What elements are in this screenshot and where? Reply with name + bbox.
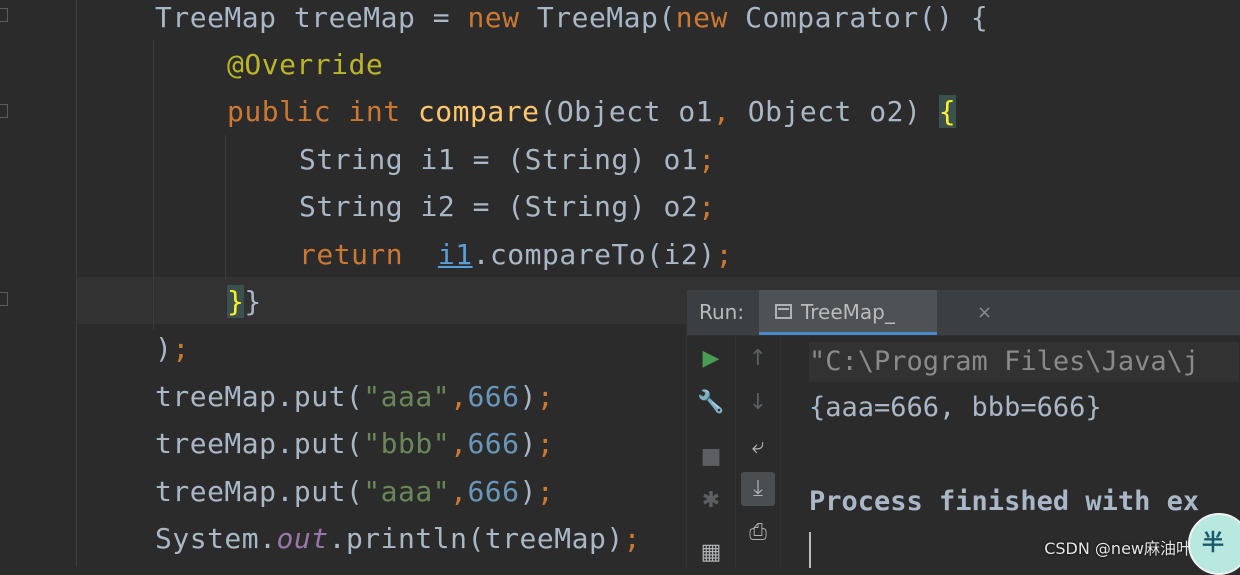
fold-icon[interactable] xyxy=(0,292,8,306)
run-tab-title: TreeMap_ xyxy=(801,300,895,324)
code-line[interactable]: ); xyxy=(155,325,190,372)
code-token: treeMap.put( xyxy=(155,380,364,413)
code-token: int xyxy=(348,95,401,128)
code-token: TreeMap( xyxy=(519,1,676,34)
code-line[interactable]: return i1.compareTo(i2); xyxy=(299,231,733,278)
code-token: ; xyxy=(698,190,716,223)
code-line[interactable]: treeMap.put("bbb",666); xyxy=(155,420,554,467)
code-token: 666 xyxy=(467,380,520,413)
code-token: ; xyxy=(172,332,190,365)
code-token: TreeMap treeMap = xyxy=(155,1,468,34)
code-token: ; xyxy=(536,475,555,508)
run-label: Run: xyxy=(699,300,745,324)
code-token: ; xyxy=(698,143,716,176)
close-icon[interactable]: × xyxy=(977,290,992,335)
arrow-up-icon[interactable]: ↑ xyxy=(741,342,775,376)
code-token: 666 xyxy=(467,427,520,460)
print-icon[interactable]: ⎙ xyxy=(741,516,775,550)
code-token: "aaa" xyxy=(363,475,451,508)
console-output-line: {aaa=666, bbb=666} xyxy=(809,392,1102,423)
console-status-line: Process finished with ex xyxy=(809,486,1200,517)
layout-icon[interactable]: ▦ xyxy=(694,536,728,570)
code-line[interactable]: String i2 = (String) o2; xyxy=(299,183,716,230)
code-token: , xyxy=(713,95,731,128)
code-token: ; xyxy=(715,238,733,271)
code-token: ) xyxy=(519,380,537,413)
code-line[interactable]: System.out.println(treeMap); xyxy=(155,515,641,562)
indent-guide xyxy=(225,135,226,280)
code-token: , xyxy=(450,427,468,460)
stop-icon[interactable]: ■ xyxy=(694,440,728,474)
arrow-down-icon[interactable]: ↓ xyxy=(741,386,775,420)
console-output[interactable]: "C:\Program Files\Java\j {aaa=666, bbb=6… xyxy=(781,336,1240,568)
code-token: Object o2) xyxy=(730,95,939,128)
code-token: new xyxy=(675,1,728,34)
code-token: @Override xyxy=(227,48,384,81)
code-token: ; xyxy=(623,522,642,555)
code-token: public xyxy=(227,95,332,128)
code-line[interactable]: public int compare(Object o1, Object o2)… xyxy=(227,88,957,135)
code-line[interactable]: treeMap.put("aaa",666); xyxy=(155,373,554,420)
code-line[interactable]: TreeMap treeMap = new TreeMap(new Compar… xyxy=(155,0,988,41)
editor-gutter[interactable] xyxy=(0,0,77,567)
code-token: String i1 = (String) o1 xyxy=(299,143,699,176)
code-token: { xyxy=(938,95,957,128)
fold-icon[interactable] xyxy=(0,8,8,22)
code-token: , xyxy=(450,380,468,413)
code-token: return xyxy=(299,238,404,271)
console-tab-icon xyxy=(775,304,792,319)
code-token: Comparator() { xyxy=(727,1,989,34)
code-token: ; xyxy=(536,380,555,413)
wrench-icon[interactable]: 🔧 xyxy=(694,386,728,420)
run-toolbar-secondary: ↑ ↓ ⤶ ⤓ ⎙ xyxy=(736,336,781,568)
code-line[interactable]: @Override xyxy=(227,41,383,88)
code-token: ) xyxy=(519,475,537,508)
run-tab-treemap[interactable]: TreeMap_ × xyxy=(759,290,992,335)
code-token: (Object o1 xyxy=(539,95,714,128)
code-token: ) xyxy=(519,427,537,460)
run-header: Run: TreeMap_ × xyxy=(687,290,1240,336)
scroll-to-end-icon[interactable]: ⤓ xyxy=(741,472,775,506)
code-token: .compareTo(i2) xyxy=(472,238,716,271)
code-token: new xyxy=(467,1,520,34)
code-token: treeMap.put( xyxy=(155,427,364,460)
code-token: , xyxy=(450,475,468,508)
indent-guide xyxy=(153,40,154,330)
code-token: 666 xyxy=(467,475,520,508)
code-line[interactable]: treeMap.put("aaa",666); xyxy=(155,468,554,515)
code-token: .println(treeMap) xyxy=(328,522,624,555)
code-token: i1 xyxy=(437,238,473,271)
code-token: ) xyxy=(155,332,173,365)
run-toolbar-primary: ▶ 🔧 ■ ✱ ▦ xyxy=(687,336,736,568)
code-line[interactable]: }} xyxy=(227,278,262,325)
fold-icon[interactable] xyxy=(0,104,8,118)
play-icon[interactable]: ▶ xyxy=(694,342,728,376)
code-token: } xyxy=(227,285,245,318)
run-tool-window: Run: TreeMap_ × ▶ 🔧 ■ ✱ ▦ ↑ ↓ ⤶ ⤓ ⎙ "C:\… xyxy=(686,289,1240,568)
code-token: compare xyxy=(417,95,540,128)
code-token: out xyxy=(276,522,329,555)
code-token: System. xyxy=(155,522,277,555)
console-command-line: "C:\Program Files\Java\j xyxy=(809,342,1240,382)
soft-wrap-icon[interactable]: ⤶ xyxy=(741,430,775,464)
bug-icon[interactable]: ✱ xyxy=(694,484,728,518)
code-token: treeMap.put( xyxy=(155,475,364,508)
code-line[interactable]: String i1 = (String) o1; xyxy=(299,136,716,183)
code-token: ; xyxy=(536,427,555,460)
console-cursor xyxy=(809,532,811,568)
code-token: "aaa" xyxy=(363,380,451,413)
code-token: "bbb" xyxy=(363,427,451,460)
code-token: String i2 = (String) o2 xyxy=(299,190,699,223)
code-token: } xyxy=(244,285,262,318)
